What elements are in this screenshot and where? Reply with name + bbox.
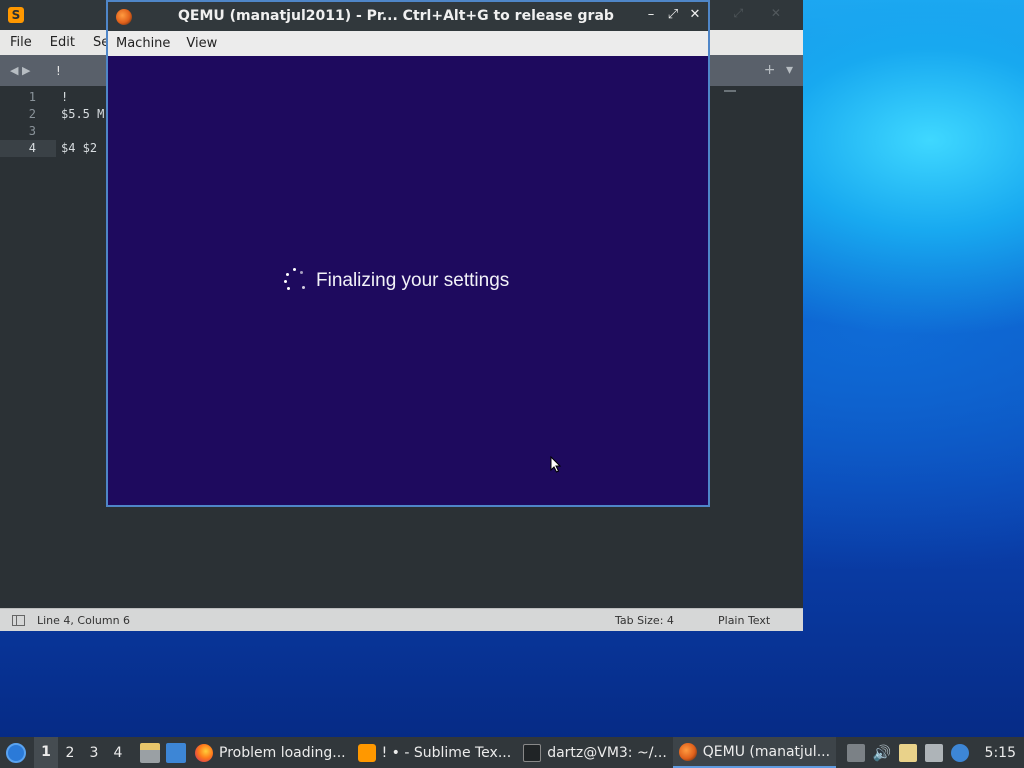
clock[interactable]: 5:15: [985, 745, 1016, 761]
file-manager-icon[interactable]: [140, 742, 160, 763]
clipboard-icon[interactable]: [898, 743, 917, 762]
task-label: ! • - Sublime Tex...: [381, 744, 512, 761]
qemu-window-title: QEMU (manatjul2011) - Pr... Ctrl+Alt+G t…: [178, 8, 614, 24]
status-bar: Line 4, Column 6 Tab Size: 4 Plain Text: [0, 608, 803, 631]
line-text: !: [61, 90, 69, 104]
sublime-logo-icon: S: [8, 7, 24, 23]
start-menu-icon[interactable]: [6, 742, 26, 763]
tab-size[interactable]: Tab Size: 4: [615, 614, 674, 627]
line-number: 3: [28, 124, 36, 138]
system-tray: 🔊 5:15: [846, 737, 1024, 768]
sublime-window-controls[interactable]: – ⤢ ✕: [700, 6, 793, 21]
tab-file[interactable]: !: [56, 64, 61, 78]
close-icon[interactable]: ✕: [688, 6, 702, 24]
workspace-4[interactable]: 4: [106, 745, 130, 761]
terminal-icon: [523, 743, 542, 762]
menu-edit[interactable]: Edit: [40, 35, 83, 50]
task-firefox[interactable]: Problem loading...: [189, 737, 352, 768]
tray-expand-icon[interactable]: [846, 743, 865, 762]
task-label: Problem loading...: [219, 744, 346, 761]
task-label: dartz@VM3: ~/...: [547, 744, 667, 761]
cursor-position: Line 4, Column 6: [37, 613, 131, 627]
workspace-3[interactable]: 3: [82, 745, 106, 761]
qemu-window-controls: – ⤢ ✕: [644, 6, 702, 24]
line-number: 4: [28, 141, 36, 155]
sublime-icon: [357, 743, 376, 762]
task-sublime[interactable]: ! • - Sublime Tex...: [352, 737, 518, 768]
editor-line: 3: [0, 123, 106, 140]
line-text: $4 $2: [61, 141, 98, 155]
vm-display[interactable]: Finalizing your settings: [108, 56, 708, 505]
syntax-mode[interactable]: Plain Text: [718, 614, 770, 627]
qemu-logo-icon: [116, 8, 132, 25]
new-tab-icon[interactable]: +: [764, 62, 776, 78]
updates-icon[interactable]: [950, 743, 969, 762]
show-desktop-icon[interactable]: [166, 742, 186, 763]
tab-actions: + ▾: [758, 62, 793, 78]
panel-toggle-icon[interactable]: [12, 614, 25, 626]
setup-status-message: Finalizing your settings: [316, 270, 510, 291]
editor-line-current: 4 $4 $2: [0, 140, 97, 157]
line-number: 2: [28, 107, 36, 121]
qemu-icon: [678, 742, 697, 761]
qemu-titlebar[interactable]: QEMU (manatjul2011) - Pr... Ctrl+Alt+G t…: [108, 2, 708, 31]
qemu-menubar: Machine View: [108, 31, 708, 56]
qemu-window: QEMU (manatjul2011) - Pr... Ctrl+Alt+G t…: [106, 0, 710, 507]
line-text: $5.5 M: [61, 107, 105, 121]
volume-icon[interactable]: 🔊: [873, 744, 892, 762]
tab-dropdown-icon[interactable]: ▾: [786, 62, 793, 78]
task-qemu[interactable]: QEMU (manatjul...: [672, 737, 837, 768]
workspace-1[interactable]: 1: [34, 737, 58, 768]
line-number: 1: [28, 90, 36, 104]
editor-line: 2 $5.5 M: [0, 106, 106, 123]
task-label: QEMU (manatjul...: [702, 743, 831, 760]
taskbar: 1 2 3 4 Problem loading... ! • - Sublime…: [0, 737, 1024, 768]
mouse-pointer-icon: [550, 456, 562, 473]
task-terminal[interactable]: dartz@VM3: ~/...: [517, 737, 673, 768]
firefox-icon: [195, 743, 213, 762]
minimap[interactable]: [724, 90, 736, 92]
menu-file[interactable]: File: [0, 35, 40, 50]
workspace-2[interactable]: 2: [58, 745, 82, 761]
maximize-icon[interactable]: ⤢: [666, 6, 680, 24]
minimize-icon[interactable]: –: [644, 6, 658, 24]
tab-nav-arrows-icon[interactable]: ◀ ▶: [10, 64, 50, 77]
menu-machine[interactable]: Machine: [108, 36, 178, 51]
network-icon[interactable]: [924, 743, 943, 762]
loading-spinner-icon: [284, 268, 306, 292]
menu-view[interactable]: View: [178, 36, 225, 51]
editor-line: 1 !: [0, 89, 106, 106]
